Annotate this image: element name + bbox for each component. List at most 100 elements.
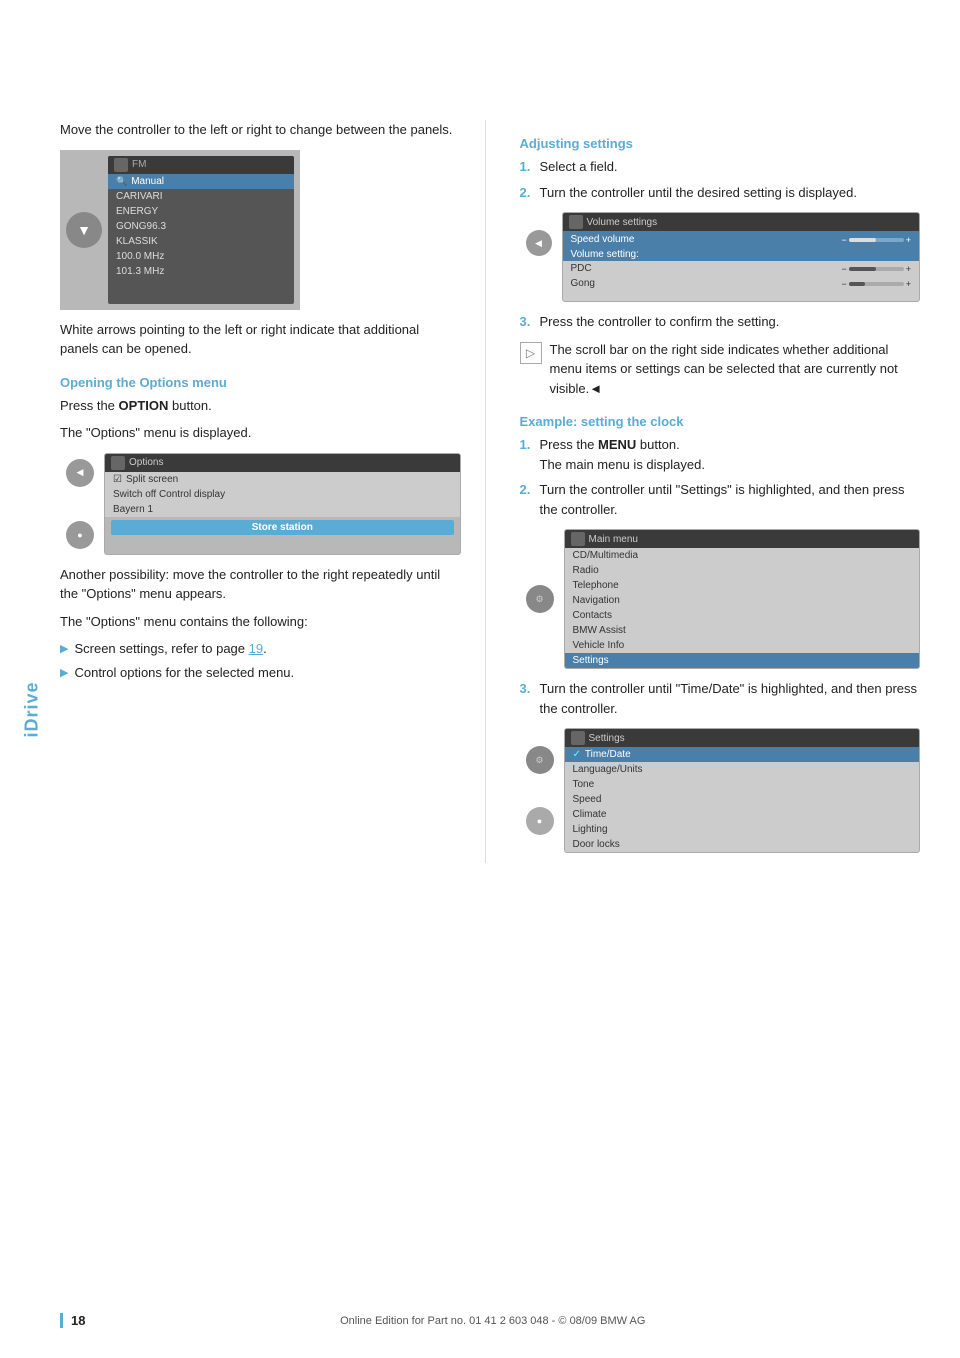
scroll-indicator-box: ▷ The scroll bar on the right side indic…	[520, 340, 921, 399]
fm-row-gong: GONG96.3	[108, 219, 294, 234]
adjusting-steps-list: 1. Select a field. 2. Turn the controlle…	[520, 157, 921, 202]
bullet-arrow-1: ▶	[60, 641, 68, 658]
step-num-1: 1.	[520, 157, 534, 177]
sett-ctrl-gear: ⚙	[526, 746, 554, 774]
bullet-item-control: ▶ Control options for the selected menu.	[60, 663, 461, 683]
sett-controller: ⚙ ●	[520, 746, 560, 835]
example-step-3: 3. Turn the controller until "Time/Date"…	[520, 679, 921, 718]
vol-pdc-row: PDC − +	[563, 261, 920, 276]
vol-pdc-label: PDC	[571, 263, 592, 274]
vol-speed-bar-wrap: − +	[841, 235, 911, 245]
opt-row-store: Store station	[111, 520, 454, 535]
options-screen-wrap: ◀ ● Options ☑ Split screen Switch off Co…	[60, 453, 461, 555]
vol-pdc-bar-wrap: − +	[841, 264, 911, 274]
opt-row-split: ☑ Split screen	[105, 472, 460, 487]
opt-row-switchoff: Switch off Control display	[105, 487, 460, 502]
intro-text: Move the controller to the left or right…	[60, 120, 461, 140]
mm-ctrl-gear: ⚙	[526, 585, 554, 613]
sett-header-label: Settings	[589, 733, 625, 744]
sett-row-timedate-active: ✓ Time/Date	[565, 747, 920, 762]
bullet-item-screen: ▶ Screen settings, refer to page 19.	[60, 639, 461, 659]
mm-row-contacts: Contacts	[565, 608, 920, 623]
another-possibility: Another possibility: move the controller…	[60, 565, 461, 604]
options-para1-end: button.	[172, 398, 212, 413]
right-column: Adjusting settings 1. Select a field. 2.…	[516, 120, 921, 863]
volume-screen: Volume settings Speed volume − +	[562, 212, 921, 302]
options-controller: ◀ ●	[60, 459, 100, 549]
sett-row-speed: Speed	[565, 792, 920, 807]
options-contains: The "Options" menu contains the followin…	[60, 612, 461, 632]
footer-copyright: Online Edition for Part no. 01 41 2 603 …	[340, 1315, 645, 1327]
ex-step-num-3: 3.	[520, 679, 534, 718]
vol-pdc-bar-fill	[849, 267, 877, 271]
options-menu-heading: Opening the Options menu	[60, 375, 461, 390]
sett-ctrl-knob: ●	[526, 807, 554, 835]
example-step-2: 2. Turn the controller until "Settings" …	[520, 480, 921, 519]
step-text-2: Turn the controller until the desired se…	[540, 183, 857, 203]
sett-row-tone: Tone	[565, 777, 920, 792]
vol-pdc-bar	[849, 267, 904, 271]
main-menu-screen-wrap: ⚙ Main menu CD/Multimedia Radio Telephon…	[520, 529, 921, 669]
fm-header-label: FM	[132, 159, 146, 170]
vol-speed-bar	[849, 238, 904, 242]
vol-gong-label: Gong	[571, 278, 595, 289]
mm-row-navigation: Navigation	[565, 593, 920, 608]
bullet-arrow-2: ▶	[60, 665, 68, 682]
vol-gong-bar-wrap: − +	[841, 279, 911, 289]
options-header-label: Options	[129, 457, 163, 468]
mm-header-label: Main menu	[589, 534, 638, 545]
mm-row-bmwassist: BMW Assist	[565, 623, 920, 638]
vol-header-label: Volume settings	[587, 217, 658, 228]
fm-row-klassik: KLASSIK	[108, 234, 294, 249]
sett-row-doorlocks: Door locks	[565, 837, 920, 852]
vol-spacer	[563, 291, 920, 301]
fm-screen-inner: FM 🔍 Manual CARIVARI ENERGY GONG96.3 KLA…	[108, 156, 294, 304]
white-arrows-text: White arrows pointing to the left or rig…	[60, 320, 461, 359]
opt-row-bayern: Bayern 1	[105, 502, 460, 517]
bullet-text-2: Control options for the selected menu.	[74, 663, 294, 683]
bullet-text-1: Screen settings, refer to page 19.	[74, 639, 266, 659]
example-step-1: 1. Press the MENU button.The main menu i…	[520, 435, 921, 474]
sett-timedate-label: Time/Date	[585, 749, 631, 760]
ex-step-text-2: Turn the controller until "Settings" is …	[540, 480, 921, 519]
step3b-list: 3. Turn the controller until "Time/Date"…	[520, 679, 921, 718]
vol-ctrl-btn: ◀	[526, 230, 552, 256]
settings-screen-wrap: ⚙ ● Settings ✓ Time/Date Language/Units …	[520, 728, 921, 853]
vol-header: Volume settings	[563, 213, 920, 231]
adjust-step-1: 1. Select a field.	[520, 157, 921, 177]
left-column: Move the controller to the left or right…	[60, 120, 486, 863]
vol-gong-bar	[849, 282, 904, 286]
fm-row-100mhz: 100.0 MHz	[108, 249, 294, 264]
example-steps-list: 1. Press the MENU button.The main menu i…	[520, 435, 921, 519]
ex-step-num-1: 1.	[520, 435, 534, 474]
vol-speed-label: Speed volume	[571, 234, 635, 245]
vol-speed-bar-fill	[849, 238, 877, 242]
ex-step-text-1: Press the MENU button.The main menu is d…	[540, 435, 705, 474]
options-para1: Press the OPTION button.	[60, 396, 461, 416]
main-menu-screen: Main menu CD/Multimedia Radio Telephone …	[564, 529, 921, 669]
footer-center: Online Edition for Part no. 01 41 2 603 …	[85, 1315, 900, 1327]
mm-header: Main menu	[565, 530, 920, 548]
mm-row-telephone: Telephone	[565, 578, 920, 593]
options-screen: Options ☑ Split screen Switch off Contro…	[104, 453, 461, 555]
vol-setting-label: Volume setting:	[571, 249, 639, 260]
opt-spacer	[105, 538, 460, 554]
fm-screen-image: ▼ FM 🔍 Manual CARIVARI ENERGY	[60, 150, 300, 310]
fm-controller-knob: ▼	[66, 212, 102, 248]
scroll-indicator-icon: ▷	[520, 342, 542, 364]
step-num-3: 3.	[520, 312, 534, 332]
ex-step-num-2: 2.	[520, 480, 534, 519]
settings-screen: Settings ✓ Time/Date Language/Units Tone…	[564, 728, 921, 853]
volume-screen-wrap: ◀ Volume settings Speed volume −	[520, 212, 921, 302]
sett-row-language: Language/Units	[565, 762, 920, 777]
mm-controller: ⚙	[520, 585, 560, 613]
options-para2: The "Options" menu is displayed.	[60, 423, 461, 443]
link-19[interactable]: 19	[249, 641, 263, 656]
sett-row-climate: Climate	[565, 807, 920, 822]
options-para1-text: Press the	[60, 398, 119, 413]
fm-row-energy: ENERGY	[108, 204, 294, 219]
fm-row-carivari: CARIVARI	[108, 189, 294, 204]
options-ctrl-top: ◀	[66, 459, 94, 487]
scroll-arrow-icon: ▷	[526, 346, 535, 360]
fm-screen-header: FM	[108, 156, 294, 174]
